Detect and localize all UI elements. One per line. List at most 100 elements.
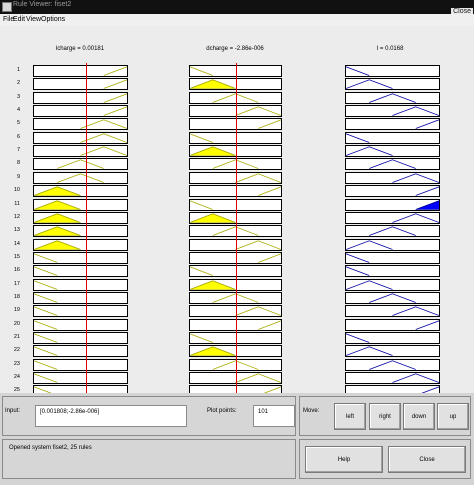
output-mf-plot [346, 279, 393, 290]
output-mf-plot [369, 293, 416, 303]
output-mf-cell [345, 305, 440, 318]
lcharge-mf-curve [34, 253, 58, 263]
close-button[interactable]: Close [388, 446, 466, 473]
lcharge-mf-cell [33, 251, 128, 264]
dcharge-mf-curve [235, 106, 281, 116]
rule-number: 18 [13, 293, 20, 300]
output-mf-cell [345, 358, 440, 371]
lcharge-mf-curve [34, 360, 58, 370]
dcharge-firing-area [190, 280, 236, 290]
output-mf-cell [345, 238, 440, 251]
output-mf-plot [369, 226, 416, 237]
lcharge-mf-curve [103, 79, 127, 90]
dcharge-mf-curve [190, 199, 213, 210]
lcharge-mf-plot [34, 320, 58, 330]
output-mf-curve [346, 66, 370, 76]
move-right-button[interactable]: right [369, 403, 401, 430]
lcharge-mf-plot [103, 66, 127, 76]
rule-number: 22 [13, 347, 20, 354]
output-mf-plot [346, 239, 393, 250]
dcharge-mf-curve [235, 306, 281, 317]
help-button[interactable]: Help [305, 446, 383, 473]
lcharge-mf-cell [33, 225, 128, 238]
output-mf-curve [392, 213, 439, 223]
dcharge-mf-curve [190, 133, 213, 143]
lcharge-mf-curve [103, 66, 127, 76]
rule-plot-area[interactable]: lcharge = 0.00181 dcharge = -2.86e-006 I… [0, 26, 474, 406]
move-left-button[interactable]: left [334, 403, 366, 430]
output-mf-cell [345, 78, 440, 91]
rule-number: 17 [13, 280, 20, 287]
output-mf-cell [345, 198, 440, 211]
output-mf-plot [415, 199, 439, 210]
lcharge-mf-plot [57, 159, 104, 170]
output-mf-plot [392, 373, 439, 383]
lcharge-title: lcharge = 0.00181 [55, 46, 105, 52]
lcharge-mf-plot [57, 173, 104, 183]
output-mf-plot [346, 66, 370, 76]
status-frame: Opened system fiset2, 25 rules [2, 439, 296, 479]
rule-number: 10 [13, 187, 20, 194]
plot-points-label: Plot points: [207, 408, 237, 414]
plot-points-field[interactable]: 101 [253, 405, 295, 427]
lcharge-mf-plot [80, 133, 127, 143]
lcharge-firing-area [34, 240, 81, 250]
lcharge-mf-plot [80, 119, 127, 130]
output-mf-plot [346, 79, 393, 90]
lcharge-mf-curve [34, 266, 58, 277]
output-mf-cell [345, 345, 440, 358]
output-mf-cell [345, 131, 440, 144]
lcharge-mf-cell [33, 238, 128, 251]
dcharge-firing-area [190, 213, 236, 223]
output-mf-cell [345, 185, 440, 198]
menu-edit[interactable]: Edit [13, 16, 25, 23]
dcharge-mf-curve [190, 333, 213, 343]
output-mf-plot [415, 320, 439, 330]
output-mf-curve [369, 159, 416, 170]
dcharge-mf-curve [258, 186, 281, 197]
output-mf-plot [346, 253, 370, 263]
lcharge-mf-plot [34, 186, 81, 197]
rule-number: 13 [13, 227, 20, 234]
lcharge-mf-plot [34, 266, 58, 277]
lcharge-mf-cell [33, 78, 128, 91]
lcharge-mf-cell [33, 131, 128, 144]
menu-view[interactable]: View [26, 16, 41, 23]
move-up-button[interactable]: up [437, 403, 469, 430]
rule-number: 8 [16, 160, 20, 167]
move-down-button[interactable]: down [403, 403, 435, 430]
lcharge-mf-curve [57, 159, 104, 170]
output-mf-plot [415, 186, 439, 197]
lcharge-mf-curve [34, 373, 58, 383]
rule-number: 11 [14, 200, 20, 207]
window-title: Rule Viewer: fiset2 [13, 1, 72, 8]
output-mf-cell [345, 372, 440, 385]
lcharge-mf-cell [33, 65, 128, 77]
lcharge-mf-plot [103, 106, 127, 116]
input-vector-field[interactable]: [0.001808;-2.86e-006] [35, 405, 187, 427]
lcharge-mf-cell [33, 305, 128, 318]
output-mf-plot [392, 213, 439, 223]
rule-number: 6 [16, 133, 20, 140]
output-mf-curve [346, 333, 370, 343]
menu-options[interactable]: Options [41, 16, 65, 23]
title-bar: Rule Viewer: fiset2 Close [0, 0, 474, 15]
buttons-frame: Help Close [299, 439, 471, 479]
output-mf-plot [369, 360, 416, 370]
lcharge-mf-plot [34, 360, 58, 370]
lcharge-mf-plot [103, 79, 127, 90]
output-mf-cell [345, 251, 440, 264]
output-i-title: I = 0.0168 [376, 46, 404, 52]
input-value-line[interactable] [86, 63, 88, 405]
lcharge-mf-cell [33, 198, 128, 211]
matlab-window-icon [2, 2, 12, 12]
lcharge-mf-plot [103, 93, 127, 103]
output-mf-plot [369, 93, 416, 103]
dcharge-mf-curve [235, 173, 281, 183]
input-value-line[interactable] [235, 63, 237, 405]
lcharge-firing-area [34, 213, 81, 223]
output-mf-cell [345, 158, 440, 171]
dcharge-mf-curve [258, 119, 281, 130]
output-mf-cell [345, 291, 440, 304]
output-mf-cell [345, 278, 440, 291]
